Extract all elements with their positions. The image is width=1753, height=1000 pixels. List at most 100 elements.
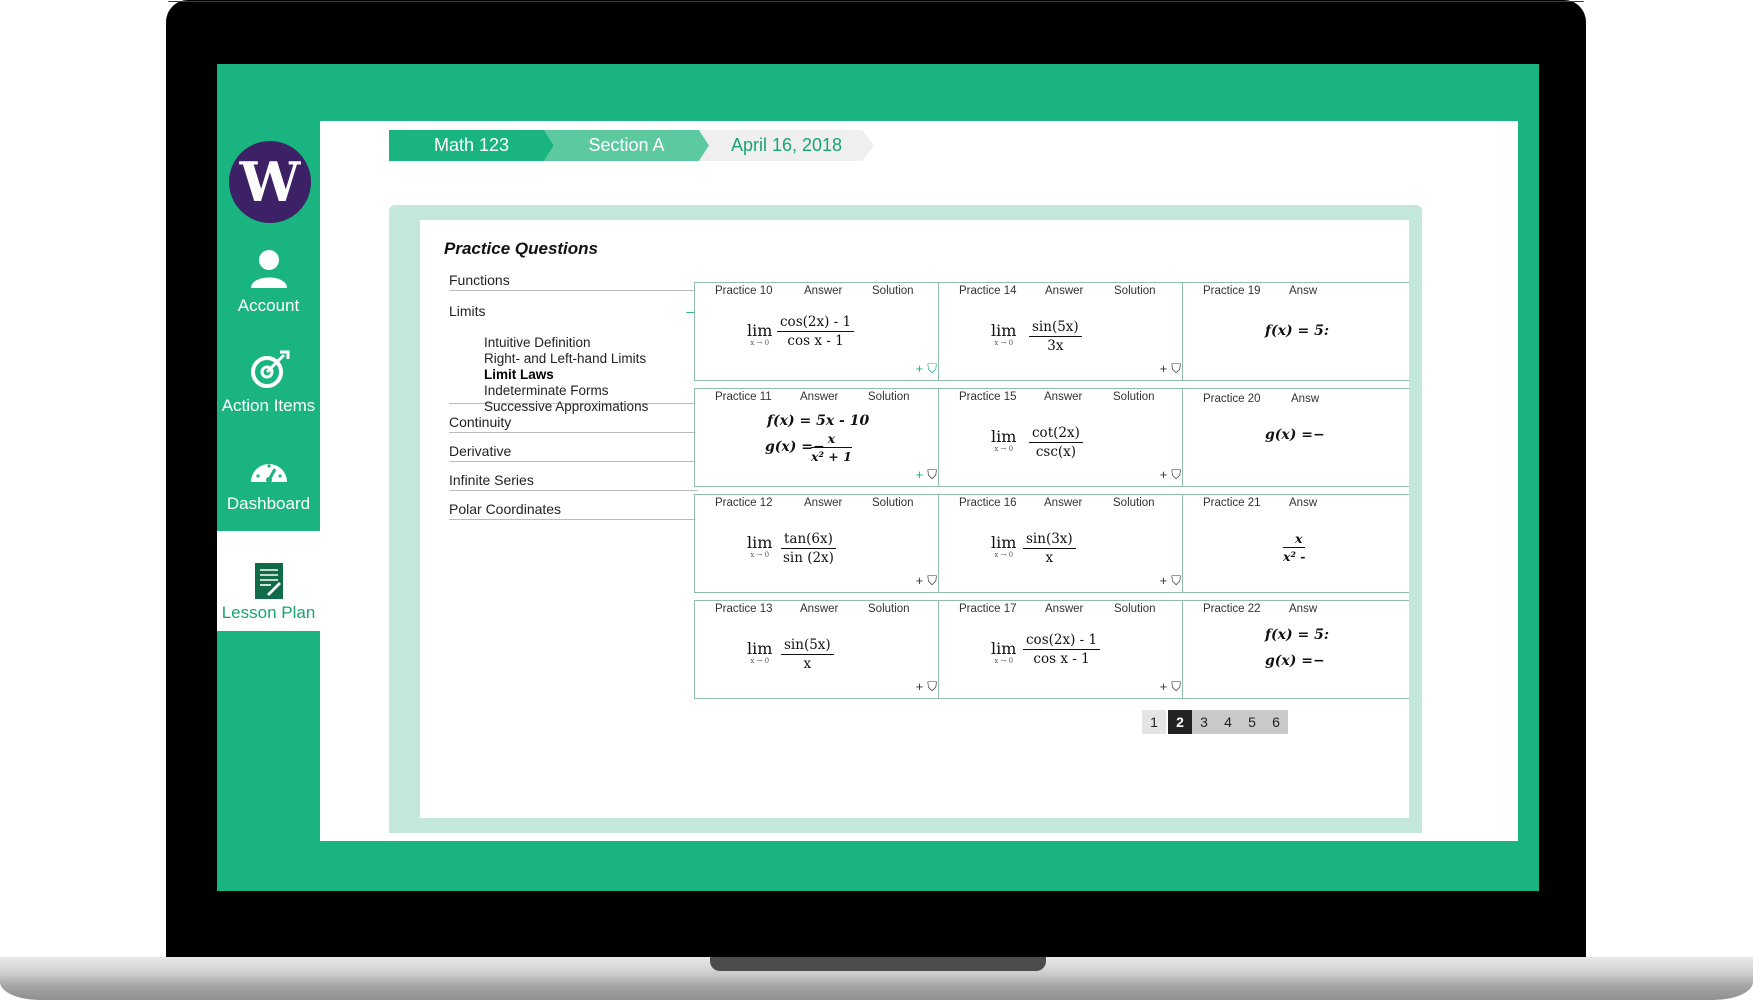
document-icon xyxy=(254,563,283,599)
bookmark-icon[interactable]: ⛉ xyxy=(1171,361,1181,376)
answer-link[interactable]: Answ xyxy=(1289,603,1317,615)
answer-link[interactable]: Answer xyxy=(1045,603,1083,615)
page-button-5[interactable]: 5 xyxy=(1240,710,1264,734)
answer-link[interactable]: Answ xyxy=(1291,393,1319,405)
answer-link[interactable]: Answer xyxy=(1045,285,1083,297)
answer-link[interactable]: Answer xyxy=(1044,391,1082,403)
solution-link[interactable]: Solution xyxy=(1113,497,1155,509)
breadcrumb-date[interactable]: April 16, 2018 xyxy=(699,130,874,161)
subtopic-intuitive-definition[interactable]: Intuitive Definition xyxy=(449,335,698,351)
practice-card[interactable]: Practice 10 Answer Solution lim x → 0 cos(2… xyxy=(694,282,944,381)
add-icon[interactable]: + xyxy=(1160,679,1168,694)
practice-label: Practice 11 xyxy=(715,391,772,403)
breadcrumb-section[interactable]: Section A xyxy=(544,130,709,161)
practice-card[interactable]: Practice 12 Answer Solution lim x → 0 tan(6… xyxy=(694,494,944,593)
answer-link[interactable]: Answ xyxy=(1289,285,1317,297)
sidebar-item-lesson-plan[interactable]: Lesson Plan xyxy=(217,531,320,631)
practice-card[interactable]: Practice 15 Answer Solution lim x → 0 cot(2… xyxy=(938,388,1188,487)
topic-limits[interactable]: Limits – Intuitive Definition Right- and… xyxy=(449,303,698,414)
target-icon xyxy=(250,350,289,388)
practice-label: Practice 14 xyxy=(959,285,1017,297)
practice-card[interactable]: Practice 16 Answer Solution lim x → 0 sin(3… xyxy=(938,494,1188,593)
bookmark-icon[interactable]: ⛉ xyxy=(1171,679,1181,694)
fraction-numerator: cos(2x) - 1 xyxy=(777,314,855,332)
practice-card[interactable]: Practice 21 Answ x x² - xyxy=(1182,494,1409,593)
topic-functions[interactable]: Functions xyxy=(449,272,698,291)
answer-link[interactable]: Answer xyxy=(804,285,842,297)
add-icon[interactable]: + xyxy=(916,679,924,694)
sidebar-item-dashboard[interactable]: Dashboard xyxy=(217,452,320,514)
fraction-denominator: cos x - 1 xyxy=(1033,651,1090,667)
function-g: g(x) =− xyxy=(1265,653,1325,669)
bookmark-icon[interactable]: ⛉ xyxy=(927,467,937,482)
topic-derivative[interactable]: Derivative xyxy=(449,443,698,462)
practice-card[interactable]: Practice 20 Answ g(x) =− xyxy=(1182,388,1409,487)
solution-link[interactable]: Solution xyxy=(872,497,914,509)
solution-link[interactable]: Solution xyxy=(868,603,910,615)
subtopic-right-left-hand-limits[interactable]: Right- and Left-hand Limits xyxy=(449,351,698,367)
add-icon[interactable]: + xyxy=(1160,361,1168,376)
subtopic-successive-approximations[interactable]: Successive Approximations xyxy=(449,399,698,415)
add-icon[interactable]: + xyxy=(916,361,924,376)
answer-link[interactable]: Answer xyxy=(800,391,838,403)
limit-symbol: lim xyxy=(991,321,1017,340)
solution-link[interactable]: Solution xyxy=(1114,285,1156,297)
fraction-denominator: x xyxy=(1045,550,1054,566)
page-button-3[interactable]: 3 xyxy=(1192,710,1216,734)
bookmark-icon[interactable]: ⛉ xyxy=(927,573,937,588)
university-logo[interactable]: W xyxy=(229,141,311,223)
breadcrumb-course[interactable]: Math 123 xyxy=(389,130,554,161)
limit-subscript: x → 0 xyxy=(750,551,770,559)
answer-link[interactable]: Answ xyxy=(1289,497,1317,509)
practice-card[interactable]: Practice 22 Answ f(x) = 5: g(x) =− xyxy=(1182,600,1409,699)
bookmark-icon[interactable]: ⛉ xyxy=(1171,573,1181,588)
bookmark-icon[interactable]: ⛉ xyxy=(927,361,937,376)
function-f: f(x) = 5: xyxy=(1265,627,1330,643)
practice-label: Practice 20 xyxy=(1203,393,1261,405)
practice-card[interactable]: Practice 17 Answer Solution lim x → 0 cos(2… xyxy=(938,600,1188,699)
sidebar-item-action-items[interactable]: Action Items xyxy=(217,350,320,416)
sidebar-item-account[interactable]: Account xyxy=(217,248,320,316)
answer-link[interactable]: Answer xyxy=(1044,497,1082,509)
fraction-numerator: tan(6x) xyxy=(781,531,836,549)
solution-link[interactable]: Solution xyxy=(872,285,914,297)
add-icon[interactable]: + xyxy=(1160,467,1168,482)
solution-link[interactable]: Solution xyxy=(1114,603,1156,615)
practice-label: Practice 12 xyxy=(715,497,773,509)
practice-card[interactable]: Practice 13 Answer Solution lim x → 0 sin(5… xyxy=(694,600,944,699)
page-button-1[interactable]: 1 xyxy=(1142,710,1166,734)
practice-card[interactable]: Practice 14 Answer Solution lim x → 0 sin(5… xyxy=(938,282,1188,381)
solution-link[interactable]: Solution xyxy=(868,391,910,403)
solution-link[interactable]: Solution xyxy=(1113,391,1155,403)
bookmark-icon[interactable]: ⛉ xyxy=(927,679,937,694)
answer-link[interactable]: Answer xyxy=(804,497,842,509)
fraction-denominator: 3x xyxy=(1047,338,1064,354)
limit-symbol: lim xyxy=(991,639,1017,658)
practice-label: Practice 13 xyxy=(715,603,773,615)
practice-panel: Practice Questions Functions Limits – In… xyxy=(389,205,1422,833)
page-button-4[interactable]: 4 xyxy=(1216,710,1240,734)
fraction-denominator: x² - xyxy=(1283,549,1306,564)
bookmark-icon[interactable]: ⛉ xyxy=(1171,467,1181,482)
laptop-bezel-edge xyxy=(168,1,1584,2)
practice-label: Practice 21 xyxy=(1203,497,1261,509)
topic-infinite-series[interactable]: Infinite Series xyxy=(449,472,698,491)
page-button-2[interactable]: 2 xyxy=(1168,710,1192,734)
fraction-numerator: cot(2x) xyxy=(1029,425,1083,443)
person-icon xyxy=(250,250,287,288)
subtopic-limit-laws[interactable]: Limit Laws xyxy=(449,367,698,383)
topic-continuity[interactable]: Continuity xyxy=(449,414,698,433)
topic-polar-coordinates[interactable]: Polar Coordinates xyxy=(449,501,698,520)
add-icon[interactable]: + xyxy=(916,467,924,482)
page-button-6[interactable]: 6 xyxy=(1264,710,1288,734)
practice-card[interactable]: Practice 11 Answer Solution f(x) = 5x - 10… xyxy=(694,388,944,487)
limit-subscript: x → 0 xyxy=(750,657,770,665)
add-icon[interactable]: + xyxy=(1160,573,1168,588)
practice-label: Practice 22 xyxy=(1203,603,1261,615)
practice-card[interactable]: Practice 19 Answ f(x) = 5: xyxy=(1182,282,1409,381)
answer-link[interactable]: Answer xyxy=(800,603,838,615)
function-f: f(x) = 5x - 10 xyxy=(767,413,870,429)
subtopic-indeterminate-forms[interactable]: Indeterminate Forms xyxy=(449,383,698,399)
add-icon[interactable]: + xyxy=(916,573,924,588)
collapse-icon[interactable]: – xyxy=(686,303,694,319)
